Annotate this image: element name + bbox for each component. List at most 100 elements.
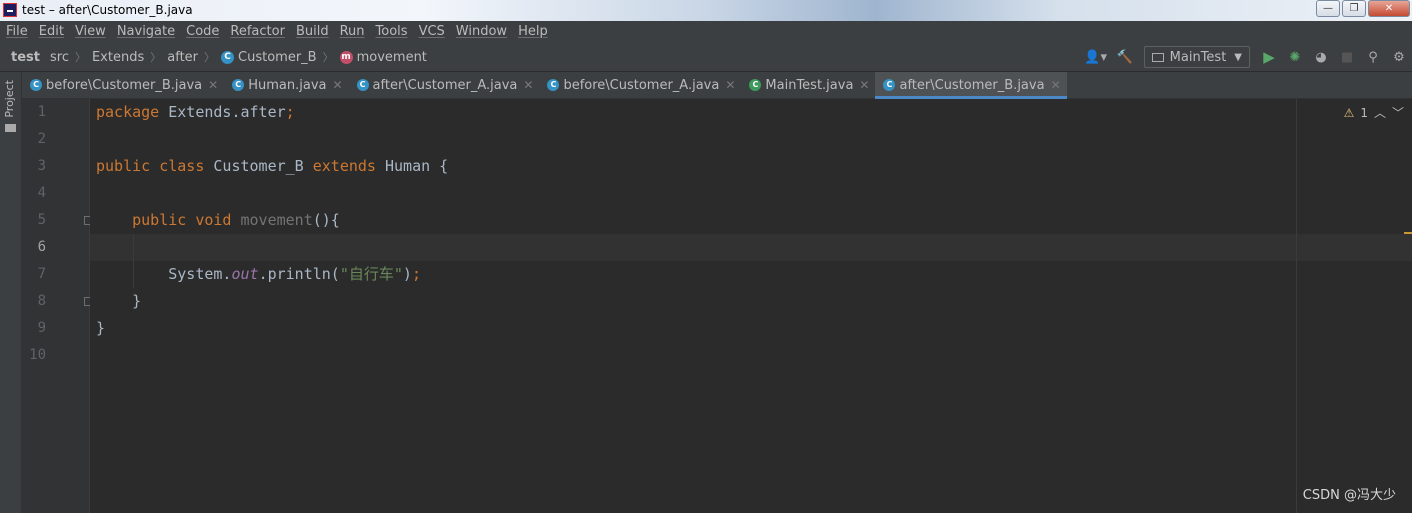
project-tool-button[interactable]: Project: [3, 80, 16, 118]
runnable-class-icon: C: [749, 79, 762, 91]
run-configuration-select[interactable]: MainTest ▼: [1143, 46, 1250, 68]
menu-tools[interactable]: Tools: [370, 21, 413, 43]
breadcrumb-package-after[interactable]: after: [162, 50, 203, 65]
tab-after-customer-b[interactable]: C after\Customer_B.java ✕: [875, 72, 1067, 99]
close-button[interactable]: ✕: [1368, 0, 1410, 17]
previous-highlight-icon[interactable]: ︿: [1374, 104, 1386, 121]
close-tab-icon[interactable]: ✕: [523, 78, 533, 92]
method-icon: m: [339, 50, 353, 64]
breadcrumb-package-extends[interactable]: Extends: [87, 50, 149, 65]
close-tab-icon[interactable]: ✕: [332, 78, 342, 92]
window-controls: — ❐ ✕: [1316, 0, 1410, 17]
package-name: Extends.after: [159, 103, 286, 121]
breadcrumb-class[interactable]: C Customer_B: [216, 50, 322, 65]
editor-gutter[interactable]: 1 2 3 4 5 6 7 8 9 10: [22, 99, 93, 513]
method-parens: (){: [312, 211, 340, 229]
menu-file[interactable]: File: [0, 21, 33, 43]
class-icon: C: [883, 79, 896, 91]
inspection-widget[interactable]: ⚠ 1 ︿ ﹀: [1344, 104, 1404, 121]
breadcrumb-src[interactable]: src: [45, 50, 74, 65]
tab-label: before\Customer_B.java: [46, 77, 203, 93]
menu-refactor[interactable]: Refactor: [224, 21, 290, 43]
line-number: 1: [37, 104, 46, 120]
close-paren: ): [402, 265, 412, 283]
close-tab-icon[interactable]: ✕: [208, 78, 218, 92]
menu-vcs[interactable]: VCS: [413, 21, 450, 43]
tab-human[interactable]: C Human.java ✕: [224, 72, 348, 98]
keyword-class: class: [159, 157, 205, 175]
coverage-icon[interactable]: ◕: [1308, 43, 1334, 71]
warning-count: 1: [1360, 105, 1368, 120]
breadcrumb: test src 〉 Extends 〉 after 〉 C Customer_B…: [6, 43, 432, 71]
menu-help[interactable]: Help: [512, 21, 553, 43]
tab-after-customer-a[interactable]: C after\Customer_A.java ✕: [349, 72, 540, 98]
menu-navigate[interactable]: Navigate: [111, 21, 180, 43]
folder-icon[interactable]: [5, 124, 16, 132]
build-hammer-icon[interactable]: 🔨: [1112, 43, 1138, 71]
menu-run[interactable]: Run: [334, 21, 370, 43]
window-title: test – after\Customer_B.java: [22, 3, 193, 17]
line-number: 8: [37, 293, 46, 309]
maximize-button[interactable]: ❐: [1342, 0, 1366, 17]
tab-before-customer-a[interactable]: C before\Customer_A.java ✕: [539, 72, 741, 98]
class-icon: C: [356, 79, 369, 91]
keyword-void: void: [195, 211, 232, 229]
line-number: 4: [37, 185, 46, 201]
tab-label: Human.java: [248, 77, 327, 93]
debug-icon[interactable]: ✺: [1282, 43, 1308, 71]
tab-label: after\Customer_B.java: [899, 77, 1045, 93]
scrollbar-marker[interactable]: [1404, 232, 1412, 234]
method-name: movement: [240, 211, 313, 229]
menu-edit[interactable]: Edit: [33, 21, 69, 43]
gear-icon[interactable]: ⚙: [1386, 43, 1412, 71]
menu-view[interactable]: View: [69, 21, 111, 43]
breadcrumb-method[interactable]: m movement: [335, 50, 432, 65]
code-editor[interactable]: package Extends.after; public class Cust…: [90, 99, 1412, 513]
chevron-down-icon: ▼: [1234, 51, 1242, 63]
run-configuration-label: MainTest: [1169, 49, 1227, 65]
class-icon: C: [547, 79, 560, 91]
menu-code[interactable]: Code: [180, 21, 224, 43]
watermark: CSDN @冯大少: [1302, 488, 1396, 503]
run-config-icon: [1151, 52, 1164, 62]
run-icon[interactable]: ▶: [1256, 43, 1282, 71]
breadcrumb-method-label: movement: [356, 49, 427, 65]
line-number: 5: [37, 212, 46, 228]
code-line-9: }: [96, 315, 105, 342]
breadcrumb-separator-icon: 〉: [204, 51, 216, 64]
code-line-8: }: [96, 288, 141, 315]
menu-bar: File Edit View Navigate Code Refactor Bu…: [0, 21, 1412, 43]
tab-maintest[interactable]: C MainTest.java ✕: [741, 72, 875, 98]
line-number: 7: [37, 266, 46, 282]
close-tab-icon[interactable]: ✕: [1051, 78, 1061, 92]
tab-before-customer-b[interactable]: C before\Customer_B.java ✕: [22, 72, 224, 98]
stop-icon[interactable]: ■: [1334, 43, 1360, 71]
line-number: 9: [37, 320, 46, 336]
keyword-public: public: [96, 157, 151, 175]
class-icon: C: [232, 79, 245, 91]
code-line-1: package Extends.after;: [96, 99, 295, 126]
current-line-highlight: [90, 234, 1412, 261]
breadcrumb-project[interactable]: test: [6, 50, 45, 65]
menu-build[interactable]: Build: [290, 21, 334, 43]
main-toolbar: 👤▾ 🔨 MainTest ▼ ▶ ✺ ◕ ■ ⚲ ⚙: [1080, 43, 1412, 71]
string-literal: "自行车": [339, 265, 403, 283]
tab-label: after\Customer_A.java: [372, 77, 518, 93]
close-tab-icon[interactable]: ✕: [725, 78, 735, 92]
user-icon[interactable]: 👤▾: [1080, 43, 1112, 71]
minimize-button[interactable]: —: [1316, 0, 1340, 17]
menu-window[interactable]: Window: [450, 21, 512, 43]
breadcrumb-class-label: Customer_B: [238, 49, 317, 65]
code-line-7: System.out.println("自行车");: [96, 261, 421, 288]
line-number: 6: [37, 239, 46, 255]
keyword-public: public: [132, 211, 187, 229]
keyword-extends: extends: [312, 157, 376, 175]
intellij-app-icon: [3, 3, 17, 17]
tool-window-strip: Project: [0, 72, 22, 513]
closing-brace: }: [96, 319, 106, 337]
class-icon: C: [221, 50, 235, 64]
search-icon[interactable]: ⚲: [1360, 43, 1386, 71]
close-tab-icon[interactable]: ✕: [859, 78, 869, 92]
class-name: Customer_B: [204, 157, 313, 175]
next-highlight-icon[interactable]: ﹀: [1392, 104, 1404, 121]
